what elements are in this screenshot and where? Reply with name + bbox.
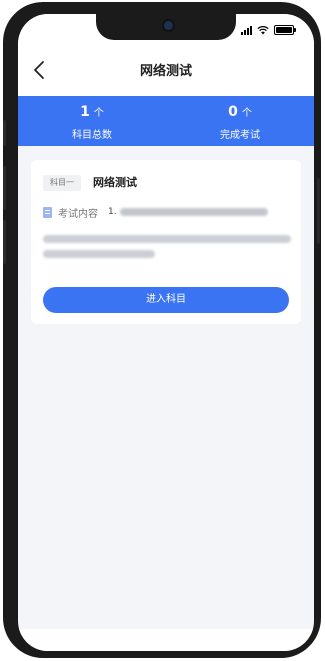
cellular-signal-icon [241, 25, 252, 35]
notch [96, 14, 236, 40]
mute-switch [3, 120, 6, 146]
stat-total-value: 1个 [80, 104, 104, 120]
stat-completed-label: 完成考试 [220, 130, 260, 141]
stat-total-subjects: 1个 科目总数 [18, 96, 166, 146]
stat-completed-value: 0个 [228, 104, 252, 120]
blurred-description-line [43, 250, 155, 258]
status-icons [241, 25, 296, 35]
exam-content-prefix: 1. [108, 207, 117, 217]
subject-name: 网络测试 [93, 176, 137, 189]
volume-down-button [3, 220, 6, 264]
stat-total-label: 科目总数 [72, 130, 112, 141]
navigation-bar: 网络测试 [18, 44, 314, 96]
blurred-description-line [43, 235, 291, 243]
volume-up-button [3, 166, 6, 210]
document-icon [43, 206, 52, 218]
front-camera [164, 21, 173, 30]
enter-subject-button[interactable]: 进入科目 [43, 287, 289, 313]
bottom-bar [18, 629, 314, 651]
blurred-content-text [119, 208, 268, 216]
stats-banner: 1个 科目总数 0个 完成考试 [18, 96, 314, 146]
page-title: 网络测试 [139, 64, 192, 79]
phone-frame: 网络测试 1个 科目总数 0个 完成考试 科目一 网络测试 考试内容 1. 进入… [3, 2, 321, 658]
battery-icon [274, 25, 296, 35]
exam-content-row: 考试内容 1. [43, 205, 293, 220]
wifi-icon [257, 25, 269, 34]
exam-content-label: 考试内容 [58, 208, 98, 220]
stat-completed-exams: 0个 完成考试 [166, 96, 314, 146]
power-button [317, 178, 320, 244]
screen: 网络测试 1个 科目总数 0个 完成考试 科目一 网络测试 考试内容 1. 进入… [18, 14, 314, 651]
subject-tag: 科目一 [43, 175, 81, 191]
subject-card: 科目一 网络测试 考试内容 1. 进入科目 [31, 160, 301, 324]
